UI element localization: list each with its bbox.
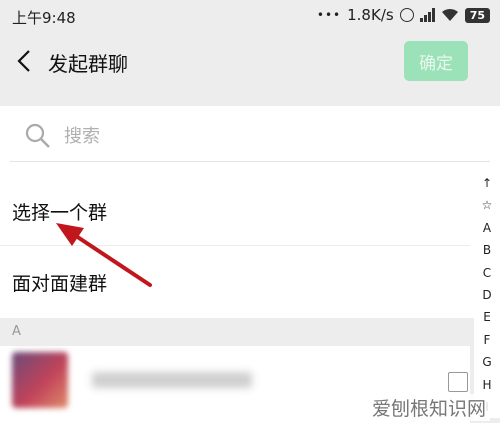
wifi-icon xyxy=(441,8,459,22)
nav-bar: 发起群聊 确定 xyxy=(0,32,500,90)
menu-item-label: 选择一个群 xyxy=(12,202,108,224)
menu-item-label: 面对面建群 xyxy=(12,273,108,295)
watermark: 爱刨根知识网 xyxy=(368,394,491,421)
blurred-contact-name xyxy=(92,372,252,388)
index-item-up[interactable]: ↑ xyxy=(482,172,492,194)
confirm-button[interactable]: 确定 xyxy=(404,41,468,81)
more-dots: ••• xyxy=(316,8,342,22)
avatar xyxy=(12,352,68,408)
network-speed: 1.8K/s xyxy=(347,6,394,24)
index-item-g[interactable]: G xyxy=(482,351,491,373)
status-time: 上午9:48 xyxy=(12,9,76,27)
status-bar: 上午9:48 ••• 1.8K/s 75 xyxy=(0,0,500,32)
search-bar[interactable] xyxy=(10,110,490,162)
battery-icon: 75 xyxy=(464,7,490,23)
index-item-b[interactable]: B xyxy=(483,239,491,261)
search-input[interactable] xyxy=(64,122,444,150)
index-item-h[interactable]: H xyxy=(482,374,491,396)
contact-checkbox[interactable] xyxy=(448,372,468,392)
signal-icon xyxy=(419,8,435,22)
back-chevron-icon[interactable] xyxy=(10,46,40,76)
index-item-star[interactable]: ☆ xyxy=(482,194,493,216)
index-item-c[interactable]: C xyxy=(483,262,491,284)
alphabet-index-bar[interactable]: ↑ ☆ A B C D E F G H I xyxy=(474,172,500,419)
status-icons: ••• 1.8K/s 75 xyxy=(317,6,490,24)
index-item-e[interactable]: E xyxy=(483,306,491,328)
face-to-face-group-item[interactable]: 面对面建群 xyxy=(0,247,470,317)
index-item-d[interactable]: D xyxy=(482,284,491,306)
page-title: 发起群聊 xyxy=(48,52,128,76)
alarm-icon xyxy=(399,8,414,22)
search-icon xyxy=(24,122,52,154)
section-letter: A xyxy=(12,324,21,339)
select-group-item[interactable]: 选择一个群 xyxy=(0,176,470,246)
index-item-a[interactable]: A xyxy=(483,217,491,239)
index-item-f[interactable]: F xyxy=(484,329,491,351)
section-header: A xyxy=(0,318,470,346)
